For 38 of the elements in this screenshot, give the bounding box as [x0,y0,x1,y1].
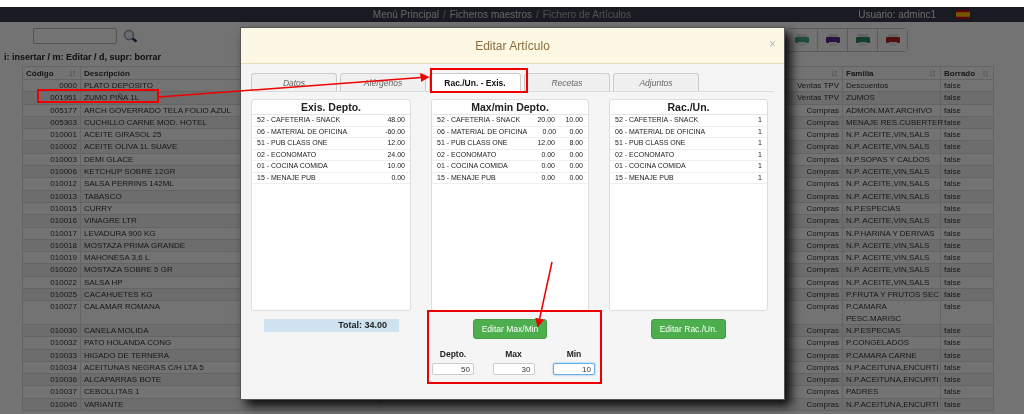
column-header[interactable]: Código [22,66,81,80]
breadcrumb-link[interactable]: Menú Principal [372,9,439,20]
field-label: Depto. [438,349,468,359]
tab[interactable]: Rac./Un. - Exis. [429,73,521,91]
flag-icon[interactable] [956,10,970,19]
tab[interactable]: Recetas [524,73,610,91]
column-header[interactable]: Familia [842,66,941,80]
sort-icon[interactable] [70,70,75,77]
search-field[interactable] [33,28,117,44]
user-label: Usuario: adminc1 [858,9,936,20]
edit-maxmin-button[interactable]: Editar Max/Min [472,319,548,339]
column-header[interactable]: Borrado [940,66,994,80]
sort-icon[interactable] [983,70,988,77]
breadcrumb-separator: / [536,9,539,20]
number-field[interactable]: 30 [492,363,535,375]
breadcrumb-link[interactable]: Ficheros maestros [449,9,532,20]
field-label: Min [565,349,583,359]
sort-icon[interactable] [832,70,837,77]
table-cell: 010027 [22,300,81,325]
search-icon[interactable] [123,29,139,43]
number-field[interactable]: 10 [553,363,595,375]
field-label: Max [504,349,523,359]
total-label: Total: 34.00 [264,319,399,332]
edit-ration-button[interactable]: Editar Rac./Un. [650,319,727,339]
pdf-button[interactable] [877,29,907,51]
tab[interactable]: Adjuntos [613,73,699,91]
column-header[interactable] [785,66,843,80]
sort-icon[interactable] [930,70,935,77]
dialog-title: Editar Artículo [475,38,550,53]
panel-title: Max/min Depto. [432,100,588,115]
panel-title: Exis. Depto. [252,100,410,115]
number-field[interactable]: 50 [432,363,474,375]
table-cell: P.CAMARA PESC.MARISC [842,300,941,325]
tab[interactable]: Datos [251,73,337,91]
printer-icon [824,34,841,46]
breadcrumb-separator: / [443,9,446,20]
panel-title: Rac./Un. [610,100,767,115]
shortcut-hint: i: insertar / m: Editar / d, supr: borrar [3,52,163,62]
